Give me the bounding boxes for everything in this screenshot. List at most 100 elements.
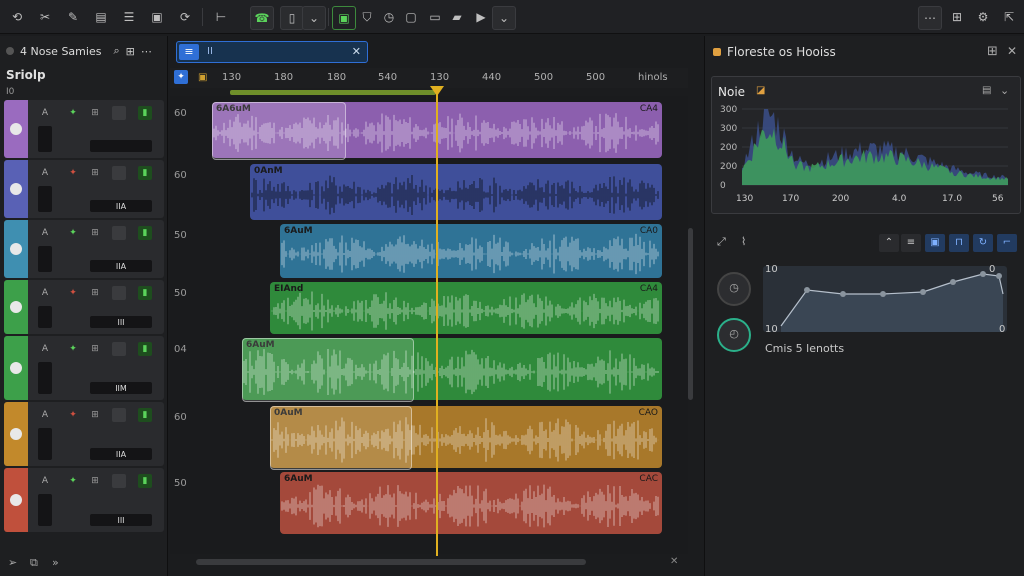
- mixer-icon[interactable]: ☰: [118, 6, 140, 28]
- arm-icon[interactable]: ✦: [66, 408, 80, 422]
- undo-icon[interactable]: ⟲: [6, 6, 28, 28]
- arm-icon[interactable]: ✦: [66, 106, 80, 120]
- grid-icon[interactable]: ⊞: [88, 408, 102, 422]
- envelope-point[interactable]: [804, 287, 810, 293]
- fader-slot[interactable]: [38, 126, 52, 152]
- loop-region-bar[interactable]: [230, 90, 436, 95]
- tag-icon[interactable]: ◪: [756, 85, 765, 96]
- track-header[interactable]: A ✦ ⊞ ▮ IIA: [4, 220, 164, 278]
- fader-slot[interactable]: [38, 246, 52, 272]
- folder-icon[interactable]: ▰: [446, 6, 468, 28]
- track-header[interactable]: A ✦ ⊞ ▮ IIA: [4, 402, 164, 466]
- solo-toggle[interactable]: [112, 408, 126, 422]
- fader-slot[interactable]: [38, 186, 52, 212]
- snap-icon[interactable]: ✦: [174, 70, 188, 84]
- solo-toggle[interactable]: [112, 286, 126, 300]
- frame-icon[interactable]: ▭: [424, 6, 446, 28]
- play-icon[interactable]: ▶: [470, 6, 492, 28]
- selected-region[interactable]: [270, 406, 412, 470]
- monitor-toggle[interactable]: ▮: [138, 286, 152, 300]
- track-header[interactable]: A ✦ ⊞ ▮: [4, 100, 164, 158]
- save-icon[interactable]: ▯: [280, 6, 304, 30]
- track-header[interactable]: A ✦ ⊞ ▮ IIM: [4, 336, 164, 400]
- shield-icon[interactable]: ⛉: [356, 6, 378, 28]
- mute-icon[interactable]: A: [38, 474, 52, 488]
- audio-clip[interactable]: 0AnM: [250, 164, 662, 220]
- mute-icon[interactable]: A: [38, 226, 52, 240]
- window-icon[interactable]: ▢: [400, 6, 422, 28]
- phone-icon[interactable]: ☎: [250, 6, 274, 30]
- loop-icon[interactable]: ↻: [973, 234, 993, 252]
- track-color-strip[interactable]: [4, 160, 28, 218]
- cascade-icon[interactable]: ⧉: [30, 556, 38, 570]
- grid-icon[interactable]: ⊞: [88, 286, 102, 300]
- solo-toggle[interactable]: [112, 106, 126, 120]
- audio-clip[interactable]: 6AuM CAC: [280, 472, 662, 534]
- monitor-toggle[interactable]: ▮: [138, 408, 152, 422]
- arrangement-view[interactable]: 60 6A6uM CA4 60 0AnM 50 6AuM CA0 50 EIAnd CA4 04 6Au…: [170, 96, 688, 554]
- selected-region[interactable]: [242, 338, 414, 402]
- track-pill[interactable]: IIA: [90, 200, 152, 212]
- track-color-strip[interactable]: [4, 220, 28, 278]
- list-icon[interactable]: ≡: [901, 234, 921, 252]
- redo-icon[interactable]: ⟳: [174, 6, 196, 28]
- curve-icon[interactable]: ⌇: [741, 235, 746, 248]
- envelope-point[interactable]: [880, 291, 886, 297]
- track-color-strip[interactable]: [4, 402, 28, 466]
- image-icon[interactable]: ▣: [146, 6, 168, 28]
- search-input[interactable]: II: [207, 46, 213, 57]
- mode-icon[interactable]: ▣: [925, 234, 945, 252]
- grid-icon[interactable]: ⊞: [946, 6, 968, 28]
- track-pill[interactable]: IIA: [90, 448, 152, 460]
- close-icon[interactable]: ✕: [352, 45, 361, 58]
- arm-icon[interactable]: ✦: [66, 474, 80, 488]
- envelope-point[interactable]: [840, 291, 846, 297]
- vertical-scrollbar[interactable]: [688, 228, 693, 400]
- track-record-dot[interactable]: [10, 301, 22, 313]
- track-record-dot[interactable]: [10, 123, 22, 135]
- grid-icon[interactable]: ⊞: [88, 106, 102, 120]
- grid-icon[interactable]: ⊞: [88, 226, 102, 240]
- monitor-toggle[interactable]: ▮: [138, 474, 152, 488]
- monitor-toggle[interactable]: ▮: [138, 342, 152, 356]
- clock-knob[interactable]: ◷: [717, 272, 751, 306]
- track-record-dot[interactable]: [10, 243, 22, 255]
- chevron-down-icon[interactable]: ⌄: [492, 6, 516, 30]
- fader-slot[interactable]: [38, 306, 52, 328]
- mute-icon[interactable]: A: [38, 286, 52, 300]
- split-icon[interactable]: ⊢: [210, 6, 232, 28]
- clock-icon[interactable]: ◷: [378, 6, 400, 28]
- mute-icon[interactable]: A: [38, 342, 52, 356]
- record-icon[interactable]: ▣: [332, 6, 356, 30]
- monitor-toggle[interactable]: ▮: [138, 166, 152, 180]
- link-icon[interactable]: ⤢: [717, 235, 726, 249]
- close-icon[interactable]: ✕: [1007, 44, 1017, 58]
- up-icon[interactable]: ⌃: [879, 234, 899, 252]
- fader-slot[interactable]: [38, 494, 52, 526]
- audio-clip[interactable]: 6AuM CA0: [280, 224, 662, 278]
- envelope-point[interactable]: [950, 279, 956, 285]
- track-header[interactable]: A ✦ ⊞ ▮ IIA: [4, 160, 164, 218]
- ellipsis-icon[interactable]: ⋯: [141, 45, 152, 58]
- document-icon[interactable]: ▤: [982, 85, 991, 96]
- grid-icon[interactable]: ⊞: [126, 45, 135, 58]
- grid-icon[interactable]: ⊞: [987, 44, 998, 59]
- pencil-icon[interactable]: ✎: [62, 6, 84, 28]
- scroll-arrow-icon[interactable]: ✕: [670, 556, 678, 567]
- track-pill[interactable]: III: [90, 316, 152, 328]
- scissors-icon[interactable]: ✂: [34, 6, 56, 28]
- solo-toggle[interactable]: [112, 226, 126, 240]
- search-icon[interactable]: ⌕: [113, 44, 119, 58]
- track-record-dot[interactable]: [10, 428, 22, 440]
- ellipsis-icon[interactable]: ⋯: [918, 6, 942, 30]
- expand-icon[interactable]: ➢: [8, 556, 17, 569]
- audio-clip[interactable]: EIAnd CA4: [270, 282, 662, 334]
- horizontal-scrollbar[interactable]: [196, 559, 586, 565]
- chevron-down-icon[interactable]: ⌄: [1000, 84, 1009, 97]
- crop-icon[interactable]: ⌐: [997, 234, 1017, 252]
- timeline-ruler[interactable]: ✦ ▣ 130 180 180 540 130 440 500 500 hino…: [170, 68, 688, 88]
- gain-knob[interactable]: ◴: [717, 318, 751, 352]
- menu-icon[interactable]: ≡: [179, 44, 199, 60]
- search-bar[interactable]: ≡ II ✕: [176, 41, 368, 63]
- mute-icon[interactable]: A: [38, 166, 52, 180]
